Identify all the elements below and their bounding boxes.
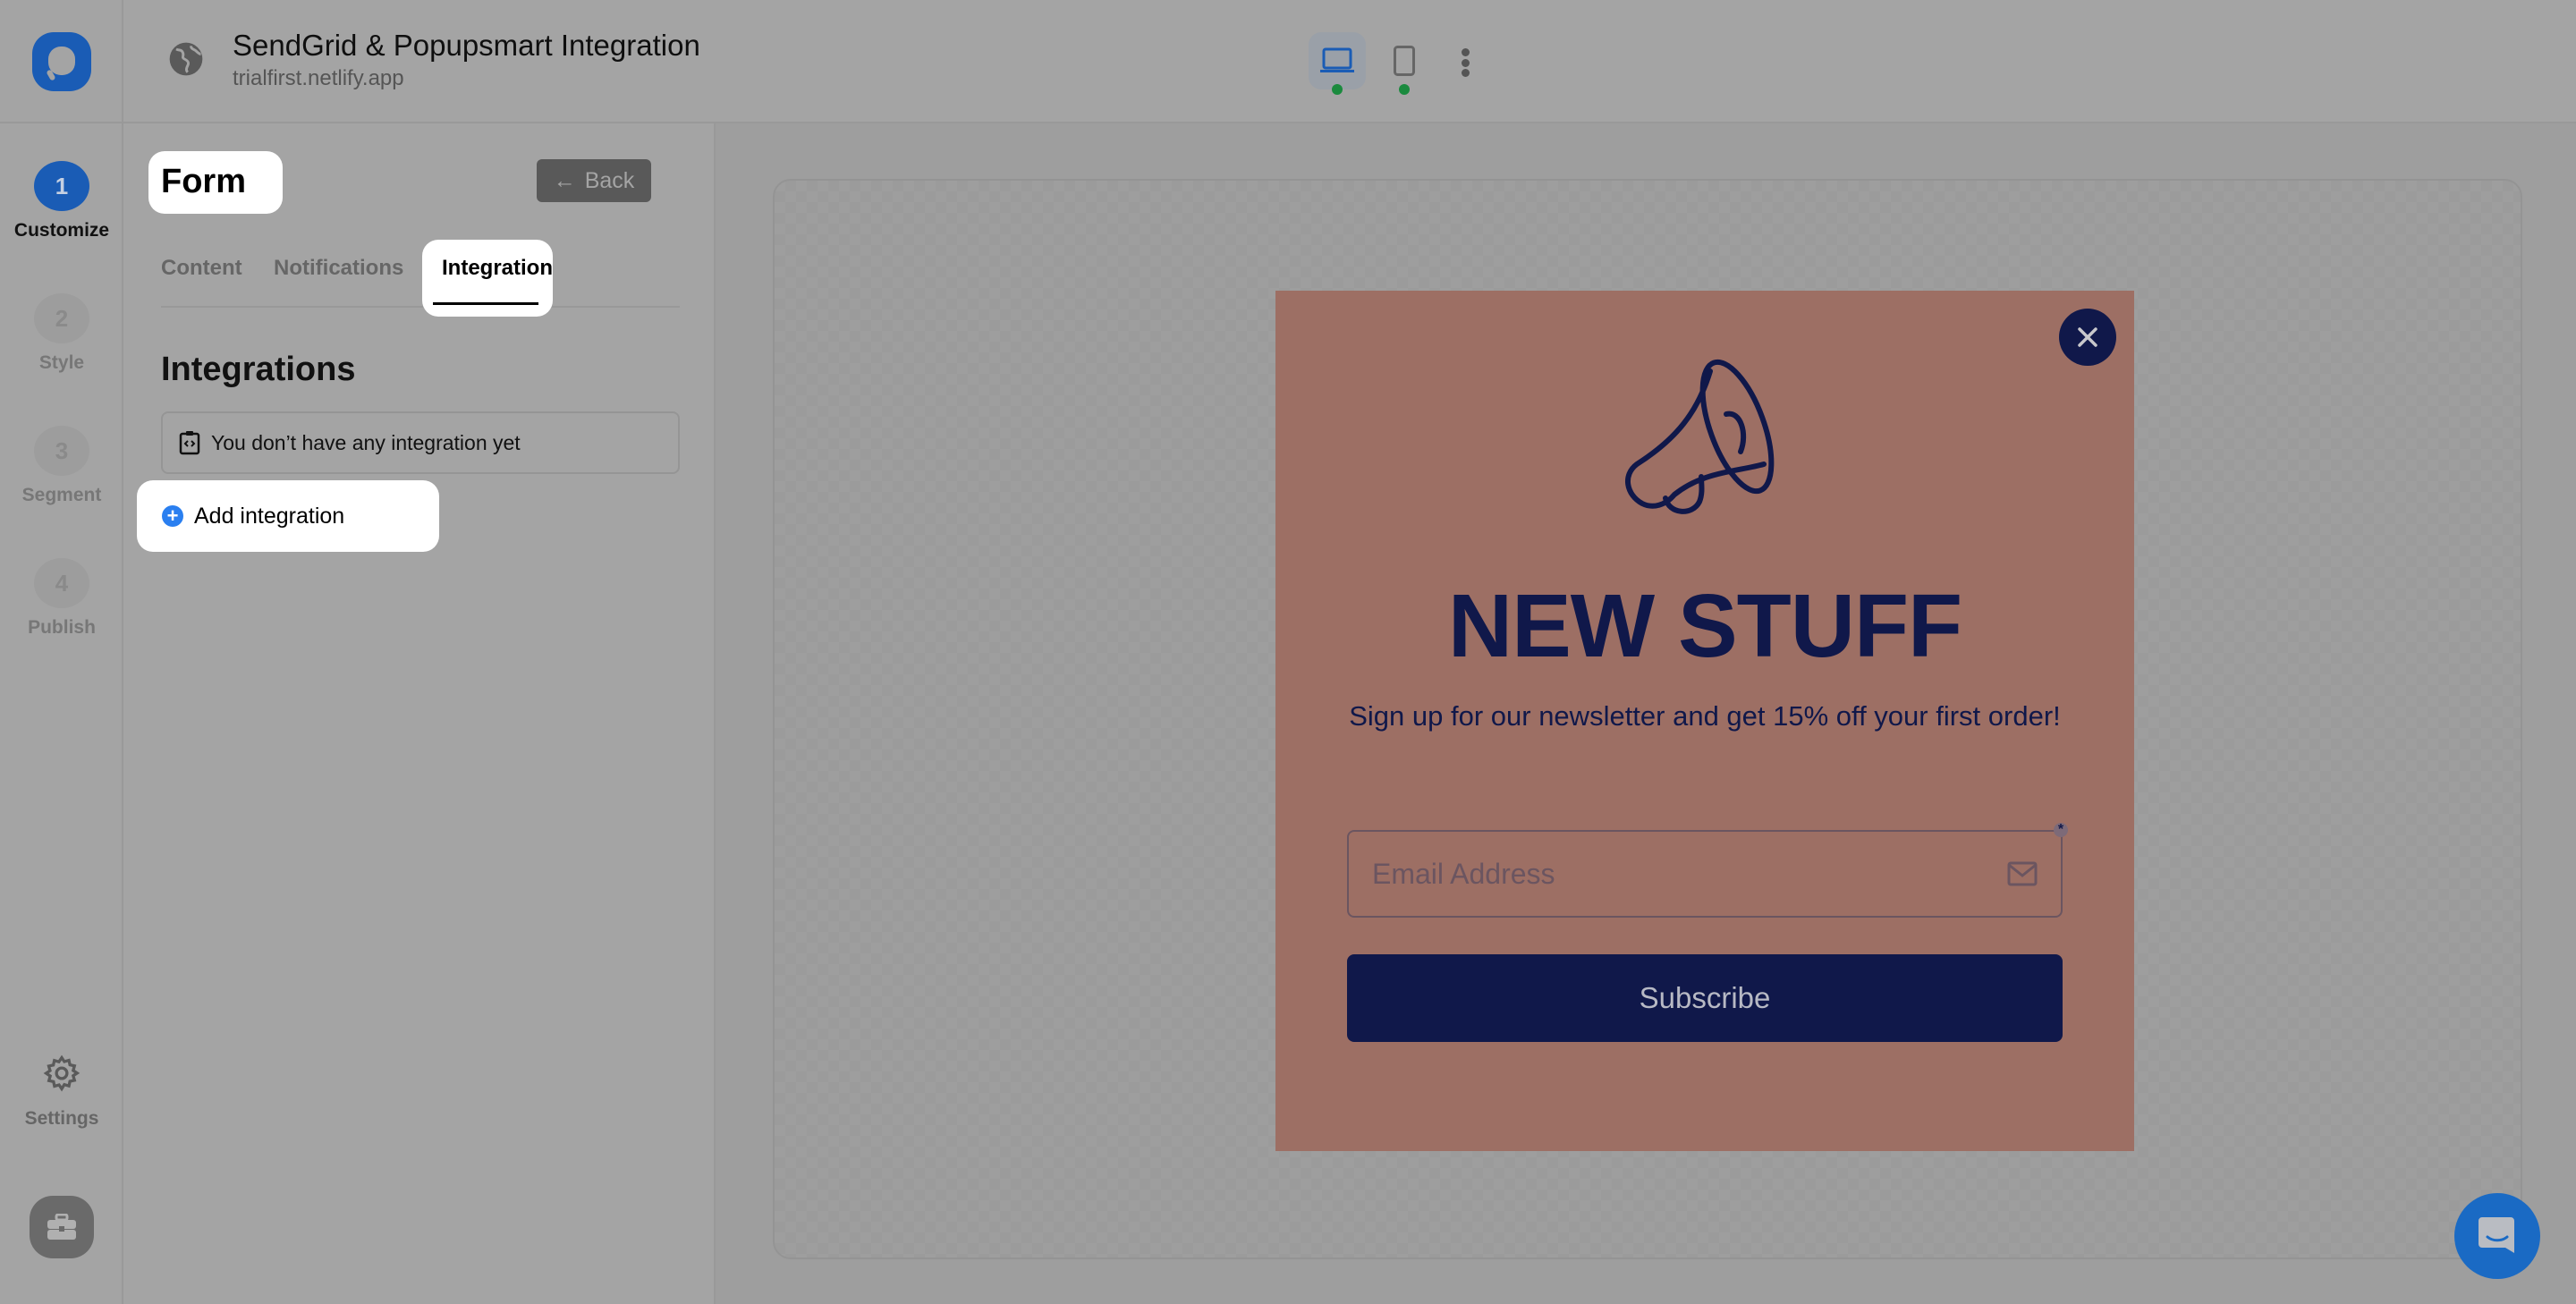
add-integration-button[interactable]: + Add integration (137, 480, 439, 552)
back-label: Back (584, 167, 635, 193)
popup-headline: NEW STUFF (1447, 576, 1962, 676)
popupsmart-logo-icon[interactable] (32, 32, 91, 91)
step-number: 2 (34, 293, 89, 343)
megaphone-icon (1625, 359, 1775, 514)
email-field[interactable]: * (1347, 822, 2068, 918)
step-number: 4 (34, 558, 89, 608)
tab-notifications[interactable]: Notifications (274, 256, 403, 281)
close-icon (2078, 327, 2097, 347)
back-button[interactable]: ← Back (537, 159, 651, 202)
arrow-left-icon: ← (553, 167, 576, 193)
popup-preview[interactable]: NEW STUFF Sign up for our newsletter and… (1275, 291, 2134, 1151)
step-label: Customize (13, 220, 110, 241)
desktop-view-button[interactable] (1309, 32, 1366, 95)
gear-icon (43, 1054, 80, 1092)
envelope-icon (2007, 861, 2038, 886)
step-number: 1 (34, 161, 89, 211)
popup-close-button[interactable] (2059, 309, 2116, 366)
briefcase-icon (47, 1214, 76, 1240)
step-style[interactable]: 2 Style (0, 293, 123, 374)
code-clipboard-icon (179, 431, 200, 455)
chat-support-button[interactable] (2454, 1193, 2540, 1279)
empty-message: You don’t have any integration yet (211, 430, 521, 454)
workspace-button[interactable] (30, 1196, 94, 1258)
preview-canvas: NEW STUFF Sign up for our newsletter and… (773, 179, 2522, 1259)
empty-integrations-notice: You don’t have any integration yet (161, 411, 680, 474)
active-tab-underline (433, 302, 538, 305)
tab-integration[interactable]: Integration (442, 256, 553, 281)
settings-button[interactable]: Settings (0, 1054, 123, 1130)
globe-icon (169, 42, 203, 76)
popup-description: Sign up for our newsletter and get 15% o… (1349, 700, 2061, 732)
add-integration-label: Add integration (194, 503, 345, 529)
top-header: SendGrid & Popupsmart Integration trialf… (123, 0, 2576, 123)
site-url: trialfirst.netlify.app (233, 66, 404, 90)
status-dot (1332, 84, 1343, 95)
step-label: Publish (28, 617, 96, 638)
mobile-view-button[interactable] (1376, 32, 1433, 95)
required-marker: * (2054, 822, 2068, 837)
page-title: SendGrid & Popupsmart Integration (233, 29, 700, 62)
step-label: Segment (21, 485, 102, 505)
section-title: Integrations (161, 351, 356, 388)
step-label: Style (38, 352, 85, 373)
subscribe-button[interactable]: Subscribe (1347, 954, 2063, 1042)
preview-area: NEW STUFF Sign up for our newsletter and… (716, 123, 2576, 1304)
plus-circle-icon: + (162, 505, 183, 527)
step-publish[interactable]: 4 Publish (0, 558, 123, 639)
step-customize[interactable]: 1 Customize (0, 161, 123, 241)
settings-label: Settings (24, 1108, 99, 1129)
phone-icon (1394, 46, 1415, 76)
laptop-icon (1320, 47, 1354, 72)
form-panel: Form ← Back Content Notifications Integr… (123, 123, 716, 1304)
tabs-divider (161, 306, 680, 308)
status-dot (1399, 84, 1410, 95)
email-input[interactable] (1372, 857, 1909, 891)
tab-content[interactable]: Content (161, 256, 242, 281)
step-number: 3 (34, 426, 89, 476)
more-options-icon[interactable] (1460, 48, 1470, 77)
left-rail: 1 Customize 2 Style 3 Segment 4 Publish … (0, 0, 123, 1304)
step-segment[interactable]: 3 Segment (0, 426, 123, 506)
panel-title: Form (161, 163, 246, 200)
rail-divider (0, 122, 123, 123)
chat-bubble-icon (2479, 1217, 2514, 1253)
